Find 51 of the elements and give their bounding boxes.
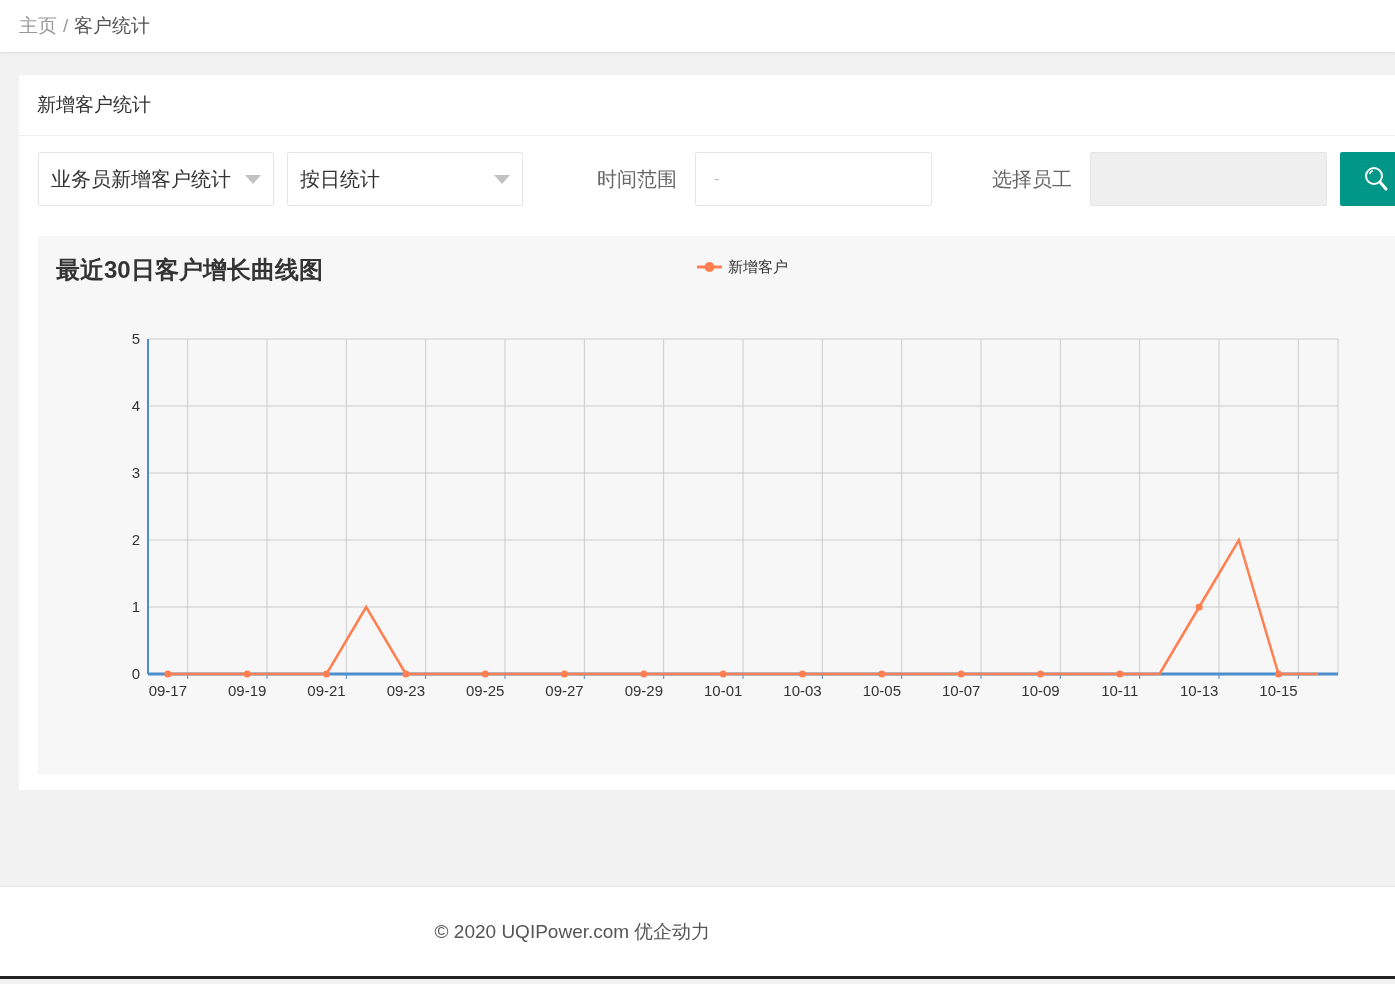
data-point bbox=[481, 670, 489, 678]
x-tick-label: 09-23 bbox=[386, 682, 425, 699]
x-tick-label: 09-21 bbox=[307, 682, 346, 699]
legend-label: 新增客户 bbox=[728, 258, 788, 275]
x-tick-label: 10-13 bbox=[1180, 682, 1219, 699]
y-tick-label: 3 bbox=[131, 464, 140, 481]
x-tick-label: 10-07 bbox=[942, 682, 981, 699]
data-point bbox=[243, 670, 251, 678]
data-point bbox=[719, 670, 727, 678]
x-tick-label: 10-15 bbox=[1259, 682, 1298, 699]
caret-icon bbox=[494, 174, 510, 184]
data-point bbox=[1195, 603, 1203, 611]
data-point bbox=[799, 670, 806, 678]
data-point bbox=[1116, 670, 1124, 678]
field-label: 选择员工 bbox=[992, 166, 1072, 192]
breadcrumb-separator: / bbox=[63, 15, 69, 37]
data-point bbox=[1275, 670, 1282, 678]
statistics-type-select[interactable]: 业务员新增客户统计 bbox=[38, 152, 274, 206]
data-point bbox=[1037, 670, 1044, 678]
data-point bbox=[402, 670, 410, 678]
x-tick-label: 09-17 bbox=[148, 682, 187, 699]
data-point bbox=[878, 670, 886, 678]
y-tick-label: 4 bbox=[131, 397, 140, 414]
field-label: 时间范围 bbox=[597, 166, 677, 192]
x-tick-label: 09-29 bbox=[624, 682, 663, 699]
breadcrumb-current: 客户统计 bbox=[74, 14, 151, 38]
x-tick-label: 09-27 bbox=[545, 682, 584, 699]
x-tick-label: 10-05 bbox=[862, 682, 901, 699]
search-icon bbox=[1363, 166, 1388, 192]
legend-line-icon bbox=[697, 262, 722, 272]
x-tick-label: 09-19 bbox=[228, 682, 267, 699]
caret-icon bbox=[245, 174, 261, 184]
x-tick-label: 10-01 bbox=[704, 682, 743, 699]
x-tick-label: 10-11 bbox=[1101, 682, 1139, 699]
chart-title: 最近30日客户增长曲线图 bbox=[56, 256, 323, 283]
x-tick-label: 10-09 bbox=[1021, 682, 1060, 699]
y-tick-label: 2 bbox=[131, 531, 140, 548]
y-tick-label: 0 bbox=[131, 665, 140, 682]
y-tick-label: 1 bbox=[131, 598, 140, 615]
copyright-text: © 2020 UQIPower.com 优企动力 bbox=[434, 919, 711, 944]
data-point bbox=[164, 670, 172, 678]
data-point bbox=[323, 670, 330, 678]
y-tick-label: 5 bbox=[131, 330, 140, 347]
data-point bbox=[561, 670, 568, 678]
x-tick-label: 09-25 bbox=[466, 682, 505, 699]
x-tick-label: 10-03 bbox=[783, 682, 822, 699]
data-point bbox=[640, 670, 648, 678]
period-select[interactable]: 按日统计 bbox=[287, 152, 523, 206]
search-button[interactable] bbox=[1340, 152, 1395, 206]
data-point bbox=[957, 670, 965, 678]
card-title: 新增客户统计 bbox=[19, 75, 1395, 136]
